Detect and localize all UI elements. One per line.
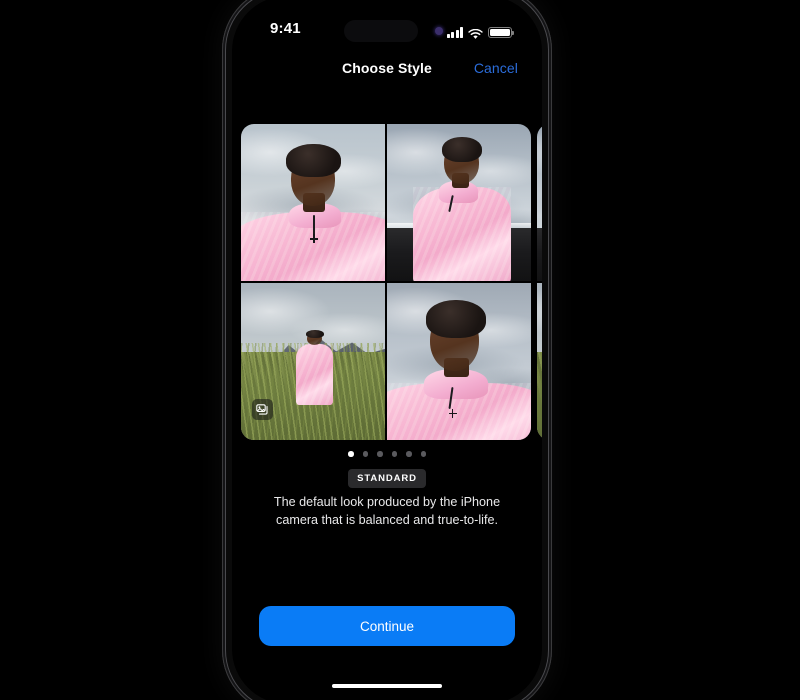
- dynamic-island: [344, 20, 418, 42]
- photo-tile[interactable]: [386, 282, 531, 440]
- page-dot[interactable]: [348, 451, 354, 457]
- photo-tile[interactable]: [537, 282, 542, 440]
- page-dot[interactable]: [377, 451, 383, 457]
- style-carousel[interactable]: [232, 124, 542, 440]
- photo-grid: [537, 124, 542, 440]
- photo-tile[interactable]: [241, 124, 386, 282]
- carousel-page-indicator[interactable]: [232, 451, 542, 457]
- style-badge-container: STANDARD: [232, 469, 542, 488]
- battery-icon: [488, 26, 514, 38]
- continue-button[interactable]: Continue: [259, 606, 515, 646]
- photographic-styles-icon[interactable]: [252, 399, 273, 420]
- phone-screen: 9:41 Choose Style Cancel STANDARD The de…: [232, 0, 542, 700]
- photo-tile[interactable]: [537, 124, 542, 282]
- home-indicator[interactable]: [332, 684, 442, 688]
- status-icons: [446, 24, 514, 39]
- status-badge: STANDARD: [348, 469, 426, 488]
- page-dot[interactable]: [406, 451, 412, 457]
- cancel-button[interactable]: Cancel: [474, 60, 518, 76]
- page-dot[interactable]: [391, 451, 397, 457]
- camera-in-use-indicator-icon: [435, 27, 443, 35]
- navigation-bar: Choose Style Cancel: [232, 59, 542, 83]
- page-dot[interactable]: [420, 451, 426, 457]
- photo-tile[interactable]: [241, 282, 386, 440]
- style-card-standard[interactable]: [241, 124, 531, 440]
- signal-bars-icon: [446, 27, 463, 38]
- wifi-icon: [468, 27, 483, 39]
- style-description: The default look produced by the iPhone …: [273, 495, 501, 527]
- style-card-next-preview[interactable]: [537, 124, 542, 440]
- status-time: 9:41: [270, 20, 301, 37]
- status-bar: 9:41: [232, 20, 542, 44]
- photo-tile[interactable]: [386, 124, 531, 282]
- page-dot[interactable]: [362, 451, 368, 457]
- photo-grid: [241, 124, 531, 440]
- screenshot-stage: 9:41 Choose Style Cancel STANDARD The de…: [0, 0, 800, 700]
